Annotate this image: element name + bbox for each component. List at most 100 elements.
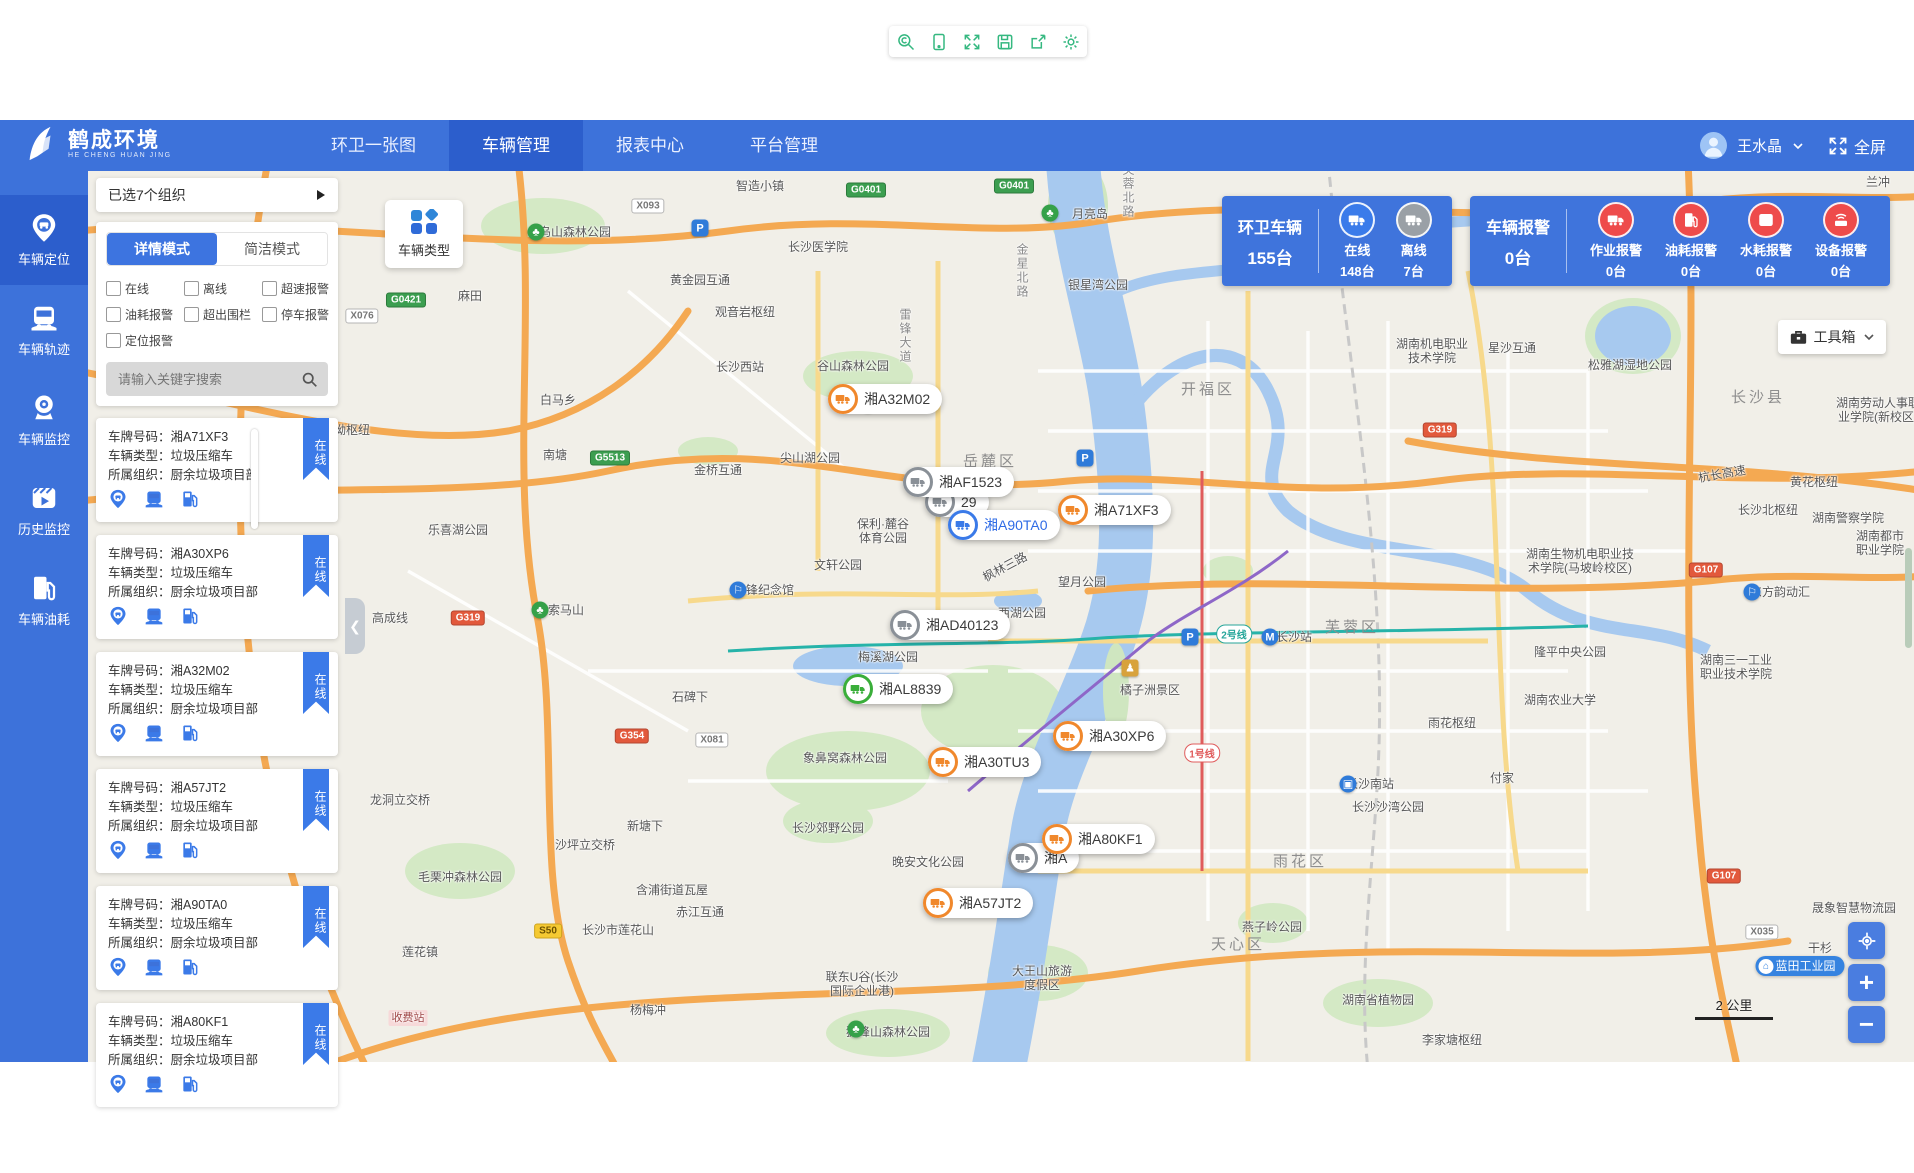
vehicle-marker[interactable]: 湘A32M02 bbox=[828, 384, 942, 414]
expand-arrow-icon[interactable] bbox=[316, 189, 326, 201]
checkbox[interactable] bbox=[262, 281, 277, 296]
fuel-icon[interactable] bbox=[180, 489, 200, 509]
map-label: 保利·麓谷 体育公园 bbox=[857, 517, 909, 545]
locate-icon[interactable] bbox=[108, 723, 128, 743]
panel-collapse-handle[interactable]: ❮ bbox=[345, 598, 365, 654]
checkbox[interactable] bbox=[184, 307, 199, 322]
filter--[interactable]: 离线 bbox=[184, 280, 262, 297]
vehicle-marker[interactable]: 湘A30TU3 bbox=[928, 747, 1041, 777]
vehicle-card[interactable]: 车牌号码：湘A57JT2车辆类型：垃圾压缩车所属组织：厨余垃圾项目部在线 bbox=[96, 769, 338, 873]
mode-tab--[interactable]: 简洁模式 bbox=[217, 233, 327, 265]
fuel-icon[interactable] bbox=[180, 723, 200, 743]
zoom-out-button[interactable]: − bbox=[1848, 1006, 1885, 1043]
track-icon[interactable] bbox=[144, 957, 164, 977]
checkbox[interactable] bbox=[106, 333, 121, 348]
nav-item-sanitation-map[interactable]: 环卫一张图 bbox=[298, 120, 449, 171]
locate-icon[interactable] bbox=[108, 489, 128, 509]
filter--[interactable]: 停车报警 bbox=[262, 306, 329, 323]
zoom-search-icon[interactable] bbox=[896, 32, 916, 52]
toolbox-button[interactable]: 工具箱 bbox=[1778, 320, 1886, 354]
locate-icon[interactable] bbox=[108, 957, 128, 977]
locate-button[interactable] bbox=[1848, 922, 1885, 959]
vehicle-marker[interactable]: 湘AF1523 bbox=[903, 467, 1014, 497]
marker-plate: 湘AF1523 bbox=[939, 472, 1002, 492]
vehicle-card[interactable]: 车牌号码：湘A80KF1车辆类型：垃圾压缩车所属组织：厨余垃圾项目部在线 bbox=[96, 1003, 338, 1107]
fuel-icon[interactable] bbox=[180, 606, 200, 626]
avatar[interactable] bbox=[1700, 132, 1727, 159]
fullscreen-button[interactable]: 全屏 bbox=[1828, 134, 1886, 158]
track-icon[interactable] bbox=[144, 489, 164, 509]
map-label: 麻田 bbox=[458, 289, 482, 303]
filter--[interactable]: 定位报警 bbox=[106, 332, 184, 349]
org-selector[interactable]: 已选7个组织 bbox=[96, 178, 338, 212]
map-canvas[interactable]: 智造小镇兰冲乌山森林公园长沙医学院黄金园互通月亮岛银星湾公园观音岩枢纽麻田长沙西… bbox=[88, 171, 1914, 1062]
track-icon[interactable] bbox=[144, 606, 164, 626]
vehicle-list: 车牌号码：湘A71XF3车辆类型：垃圾压缩车所属组织：厨余垃圾项目部在线车牌号码… bbox=[96, 418, 338, 1107]
checkbox[interactable] bbox=[184, 281, 199, 296]
filter--[interactable]: 油耗报警 bbox=[106, 306, 184, 323]
map-label: 湖南机电职业 技术学院 bbox=[1396, 337, 1468, 365]
vehicle-marker[interactable]: 湘A90TA0 bbox=[948, 510, 1060, 540]
fuel-icon[interactable] bbox=[180, 957, 200, 977]
sidebar-item-history-monitor[interactable]: 历史监控 bbox=[0, 465, 88, 555]
vehicle-card[interactable]: 车牌号码：湘A30XP6车辆类型：垃圾压缩车所属组织：厨余垃圾项目部在线 bbox=[96, 535, 338, 639]
district-label: 天心区 bbox=[1211, 938, 1265, 952]
vehicle-marker[interactable]: 湘A57JT2 bbox=[923, 888, 1033, 918]
search-icon[interactable] bbox=[301, 371, 318, 388]
filter--[interactable]: 超出围栏 bbox=[184, 306, 262, 323]
sidebar-item-vehicle-track[interactable]: 车辆轨迹 bbox=[0, 285, 88, 375]
vehicle-marker[interactable]: 湘A30XP6 bbox=[1053, 721, 1166, 751]
export-icon[interactable] bbox=[1028, 32, 1048, 52]
checkbox[interactable] bbox=[106, 307, 121, 322]
locate-icon[interactable] bbox=[108, 840, 128, 860]
vehicle-card-actions bbox=[108, 1074, 326, 1094]
track-icon[interactable] bbox=[144, 840, 164, 860]
fullscreen-expand-icon[interactable] bbox=[962, 32, 982, 52]
filter--[interactable]: 在线 bbox=[106, 280, 184, 297]
locate-icon[interactable] bbox=[108, 606, 128, 626]
checkbox[interactable] bbox=[106, 281, 121, 296]
vehicle-card[interactable]: 车牌号码：湘A71XF3车辆类型：垃圾压缩车所属组织：厨余垃圾项目部在线 bbox=[96, 418, 338, 522]
vehicle-card-actions bbox=[108, 606, 326, 626]
stats-panel-alarms: 车辆报警 0台 作业报警0台油耗报警0台水耗报警0台设备报警0台 bbox=[1470, 196, 1890, 286]
map-label: 长沙郊野公园 bbox=[792, 821, 864, 835]
nav-item-vehicle-management[interactable]: 车辆管理 bbox=[449, 120, 583, 171]
vehicle-marker[interactable]: 湘A80KF1 bbox=[1042, 824, 1155, 854]
building-icon: ⌂ bbox=[1758, 959, 1773, 974]
sidebar-item-vehicle-location[interactable]: 车辆定位 bbox=[0, 195, 88, 285]
filter--[interactable]: 超速报警 bbox=[262, 280, 329, 297]
checkbox[interactable] bbox=[262, 307, 277, 322]
user-name[interactable]: 王水晶 bbox=[1737, 135, 1782, 156]
settings-icon[interactable] bbox=[1061, 32, 1081, 52]
sidebar-item-vehicle-fuel[interactable]: 车辆油耗 bbox=[0, 555, 88, 645]
vehicle-marker[interactable]: 湘A71XF3 bbox=[1058, 495, 1171, 525]
vehicle-type-button[interactable]: 车辆类型 bbox=[385, 200, 463, 268]
vehicle-card[interactable]: 车牌号码：湘A90TA0车辆类型：垃圾压缩车所属组织：厨余垃圾项目部在线 bbox=[96, 886, 338, 990]
fuel-icon[interactable] bbox=[180, 840, 200, 860]
save-icon[interactable] bbox=[995, 32, 1015, 52]
map-label: 赤江互通 bbox=[676, 905, 724, 919]
page-scrollbar[interactable] bbox=[1905, 548, 1912, 648]
track-icon[interactable] bbox=[144, 1074, 164, 1094]
map-label: 晟象智慧物流园 bbox=[1812, 901, 1896, 915]
zoom-in-button[interactable]: + bbox=[1848, 964, 1885, 1001]
locate-icon[interactable] bbox=[108, 1074, 128, 1094]
chevron-down-icon[interactable] bbox=[1792, 140, 1804, 152]
mode-tab--[interactable]: 详情模式 bbox=[107, 233, 217, 265]
nav-item-platform-management[interactable]: 平台管理 bbox=[717, 120, 851, 171]
nav-item-report-center[interactable]: 报表中心 bbox=[583, 120, 717, 171]
sidebar-item-vehicle-monitor[interactable]: 车辆监控 bbox=[0, 375, 88, 465]
map-scale: 2 公里 bbox=[1695, 995, 1773, 1020]
track-icon[interactable] bbox=[144, 723, 164, 743]
vehicle-marker[interactable]: 湘AD40123 bbox=[890, 610, 1010, 640]
device-preview-icon[interactable] bbox=[929, 32, 949, 52]
vehicle-list-scrollbar[interactable] bbox=[251, 429, 258, 529]
fuel-icon[interactable] bbox=[180, 1074, 200, 1094]
top-navbar: 鹤成环境 HE CHENG HUAN JING 环卫一张图车辆管理报表中心平台管… bbox=[0, 120, 1914, 171]
map-label: 长沙沙湾公园 bbox=[1352, 800, 1424, 814]
vehicle-marker[interactable]: 湘AL8839 bbox=[843, 674, 953, 704]
vehicle-type-label: 车辆类型 bbox=[398, 240, 450, 259]
search-input[interactable] bbox=[116, 371, 301, 388]
app-root: 鹤成环境 HE CHENG HUAN JING 环卫一张图车辆管理报表中心平台管… bbox=[0, 0, 1914, 1173]
vehicle-card[interactable]: 车牌号码：湘A32M02车辆类型：垃圾压缩车所属组织：厨余垃圾项目部在线 bbox=[96, 652, 338, 756]
